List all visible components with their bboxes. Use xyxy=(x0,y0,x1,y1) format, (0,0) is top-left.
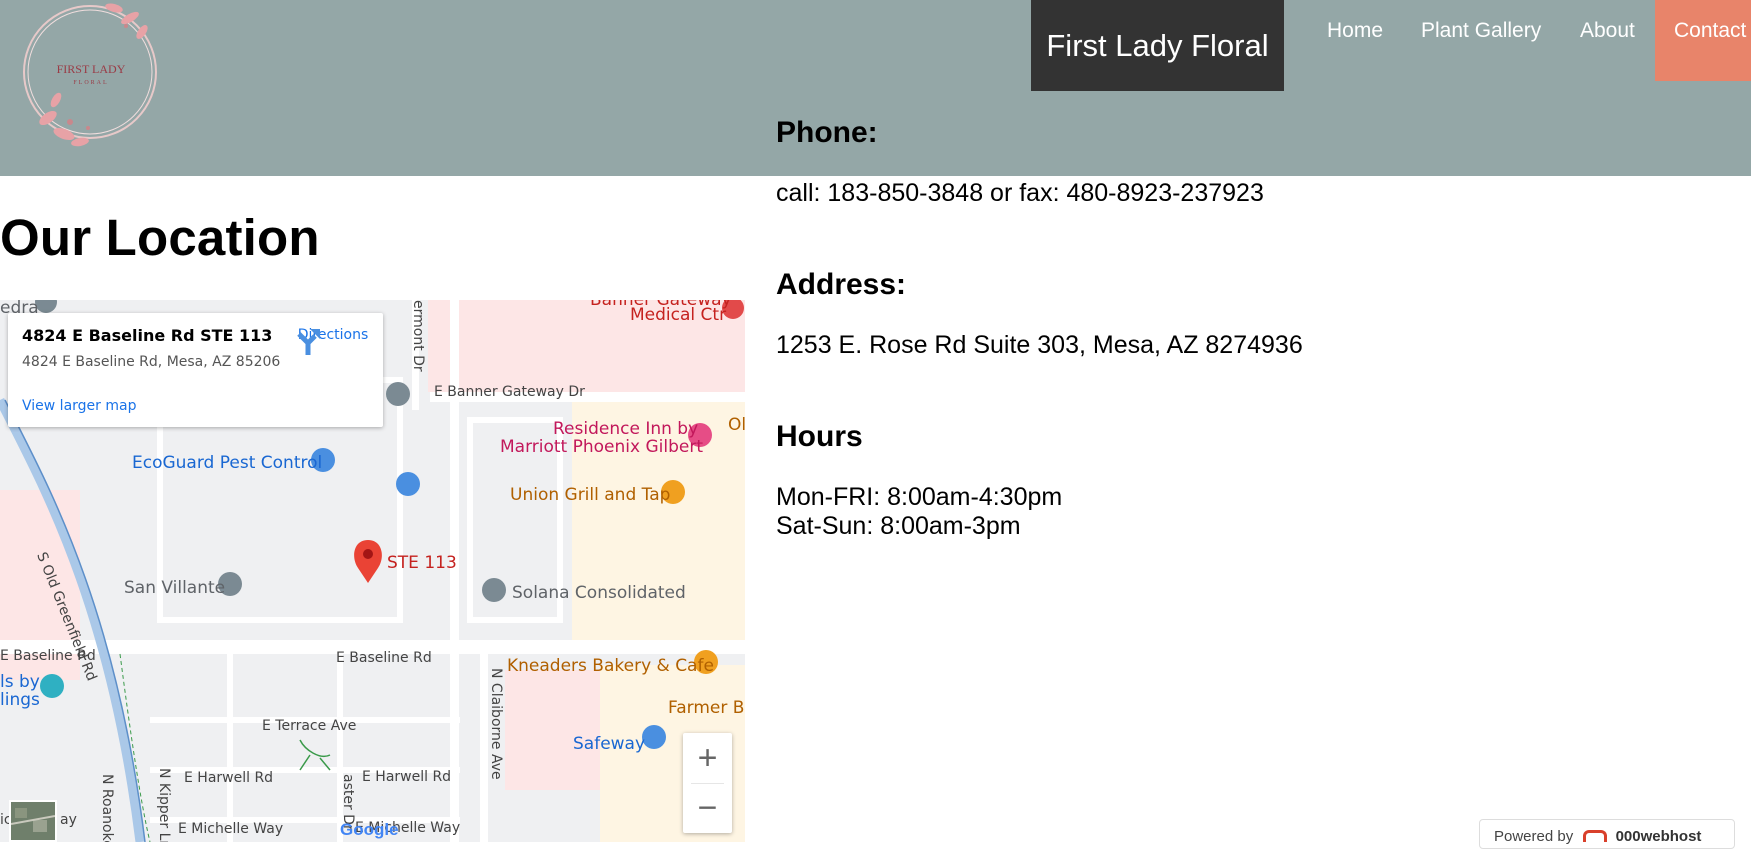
nav-plant-gallery[interactable]: Plant Gallery xyxy=(1421,19,1541,43)
google-logo: Google xyxy=(340,820,399,840)
google-logo-text: Google xyxy=(340,820,399,839)
map-card-title: 4824 E Baseline Rd STE 113 xyxy=(22,326,273,345)
location-marker-icon xyxy=(354,540,382,583)
nav-home[interactable]: Home xyxy=(1327,19,1383,43)
place-ol[interactable]: Ol xyxy=(728,415,745,435)
address-text: 1253 E. Rose Rd Suite 303, Mesa, AZ 8274… xyxy=(776,331,1303,359)
logo-text: FIRST LADY xyxy=(56,62,126,76)
directions-button[interactable]: Directions xyxy=(293,327,373,355)
address-heading: Address: xyxy=(776,268,907,301)
satellite-toggle[interactable] xyxy=(9,800,57,842)
place-kneaders[interactable]: Kneaders Bakery & Cafe xyxy=(507,656,714,676)
road-kipper: N Kipper Ln xyxy=(156,768,172,842)
road-roanoke: N Roanoke xyxy=(99,774,115,842)
brand-title[interactable]: First Lady Floral xyxy=(1031,0,1284,91)
zoom-in-button[interactable]: + xyxy=(683,733,732,783)
pin-label[interactable]: STE 113 xyxy=(387,553,457,573)
place-solana[interactable]: Solana Consolidated xyxy=(512,583,686,603)
hours-weekend: Sat-Sun: 8:00am-3pm xyxy=(776,512,1021,540)
road-harwell-1: E Harwell Rd xyxy=(184,770,274,786)
powered-by-label: Powered by xyxy=(1494,828,1574,845)
powered-by-badge[interactable]: Powered by 000webhost xyxy=(1479,819,1735,849)
nav-contact[interactable]: Contact xyxy=(1655,0,1751,81)
webhost-logo-icon xyxy=(1583,830,1608,842)
place-ecoguard[interactable]: EcoGuard Pest Control xyxy=(132,453,322,473)
webhost-name: 000webhost xyxy=(1615,828,1702,845)
embedded-map[interactable]: Banner Gateway Medical Ctr Residence Inn… xyxy=(0,300,745,842)
road-michelle-1: E Michelle Way xyxy=(178,821,284,837)
place-union-grill[interactable]: Union Grill and Tap xyxy=(510,485,670,505)
place-farmer[interactable]: Farmer Bo xyxy=(668,698,745,718)
satellite-thumbnail-icon xyxy=(10,802,56,840)
phone-heading: Phone: xyxy=(776,116,878,149)
place-safeway[interactable]: Safeway xyxy=(573,734,645,754)
logo[interactable]: FIRST LADY FLORAL xyxy=(18,0,164,160)
view-larger-map-link[interactable]: View larger map xyxy=(22,398,136,414)
road-ay: ay xyxy=(60,812,77,828)
road-claiborne: N Claiborne Ave xyxy=(488,668,504,780)
phone-text: call: 183-850-3848 or fax: 480-8923-2379… xyxy=(776,179,1264,207)
road-terrace: E Terrace Ave xyxy=(262,718,357,734)
nav-about[interactable]: About xyxy=(1580,19,1635,43)
page-title: Our Location xyxy=(0,209,320,266)
road-banner-gateway: E Banner Gateway Dr xyxy=(434,384,585,400)
zoom-divider xyxy=(691,783,724,784)
place-residence-2[interactable]: Marriott Phoenix Gilbert xyxy=(500,437,703,457)
hours-heading: Hours xyxy=(776,420,863,453)
map-info-card: 4824 E Baseline Rd STE 113 4824 E Baseli… xyxy=(8,313,383,427)
road-baseline-mid: E Baseline Rd xyxy=(336,650,432,666)
directions-icon xyxy=(297,329,320,355)
map-card-address: 4824 E Baseline Rd, Mesa, AZ 85206 xyxy=(22,354,281,370)
hours-weekday: Mon-FRI: 8:00am-4:30pm xyxy=(776,483,1063,511)
zoom-controls: + − xyxy=(683,733,732,833)
place-lings[interactable]: lings xyxy=(0,690,40,710)
zoom-out-button[interactable]: − xyxy=(683,783,732,833)
place-banner-2[interactable]: Medical Ctr xyxy=(630,305,726,325)
place-residence-1[interactable]: Residence Inn by xyxy=(553,419,698,439)
place-san-villante[interactable]: San Villante xyxy=(124,578,225,598)
place-lsby[interactable]: ls by xyxy=(0,672,40,692)
road-ermont: ermont Dr xyxy=(410,300,426,372)
logo-subtext: FLORAL xyxy=(73,80,109,86)
road-harwell-2: E Harwell Rd xyxy=(362,769,452,785)
